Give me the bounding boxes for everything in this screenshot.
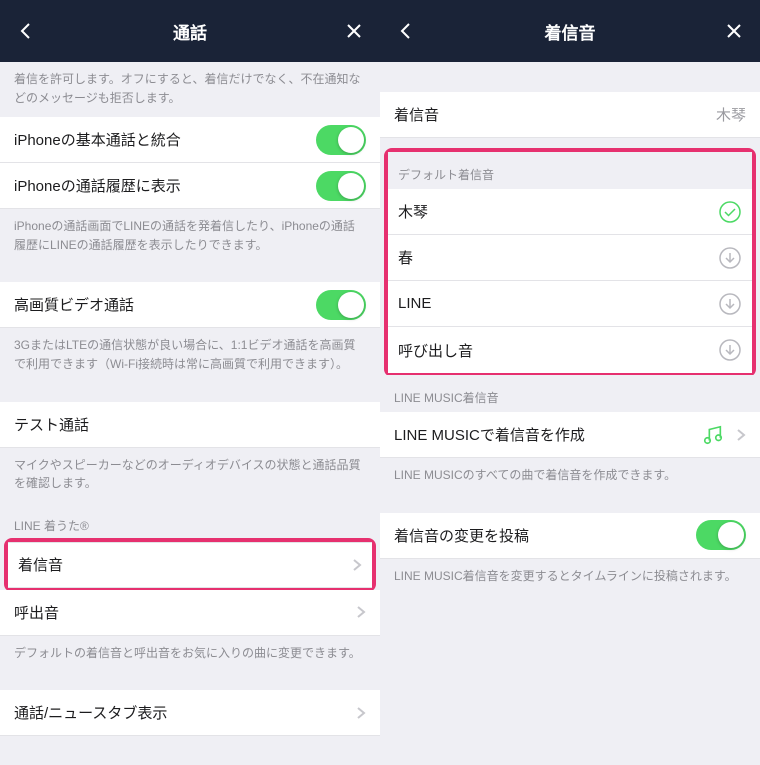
content: 着信を許可します。オフにすると、着信だけでなく、不在通知などのメッセージも拒否し… <box>0 62 380 765</box>
section-line-music: LINE MUSIC着信音 <box>380 375 760 412</box>
download-circle-icon <box>718 246 742 270</box>
label: 呼出音 <box>14 602 348 623</box>
music-note-icon <box>702 424 724 446</box>
row-iphone-history[interactable]: iPhoneの通話履歴に表示 <box>0 163 380 209</box>
highlight-default-sounds: デフォルト着信音 木琴 春 LINE 呼び出し音 <box>384 148 756 377</box>
label: iPhoneの通話履歴に表示 <box>14 175 316 196</box>
chevron-right-icon <box>356 605 366 619</box>
ringtone-value: 木琴 <box>716 104 746 125</box>
chevron-right-icon <box>352 558 362 572</box>
page-title: 通話 <box>173 19 207 44</box>
label: 春 <box>398 247 718 268</box>
close-icon[interactable] <box>722 19 746 43</box>
row-test-call[interactable]: テスト通話 <box>0 402 380 448</box>
toggle-integrate[interactable] <box>316 125 366 155</box>
back-icon[interactable] <box>14 19 38 43</box>
navbar: 着信音 <box>380 0 760 62</box>
desc-iphone: iPhoneの通話画面でLINEの通話を発着信したり、iPhoneの通話履歴にL… <box>0 209 380 264</box>
label: 着信音の変更を投稿 <box>394 525 696 546</box>
row-post-change[interactable]: 着信音の変更を投稿 <box>380 513 760 559</box>
label: LINE <box>398 295 718 312</box>
section-line-uta: LINE 着うた® <box>0 503 380 540</box>
screen-call-settings: 通話 着信を許可します。オフにすると、着信だけでなく、不在通知などのメッセージも… <box>0 0 380 765</box>
desc-hq: 3GまたはLTEの通信状態が良い場合に、1:1ビデオ通話を高画質で利用できます（… <box>0 328 380 383</box>
label: 通話/ニュースタブ表示 <box>14 702 348 723</box>
desc-test: マイクやスピーカーなどのオーディオデバイスの状態と通話品質を確認します。 <box>0 448 380 503</box>
chevron-right-icon <box>736 428 746 442</box>
toggle-post[interactable] <box>696 520 746 550</box>
label: LINE MUSICで着信音を作成 <box>394 424 702 445</box>
label: 木琴 <box>398 201 718 222</box>
row-current-ringtone[interactable]: 着信音 木琴 <box>380 92 760 138</box>
label: テスト通話 <box>14 414 366 435</box>
label: 着信音 <box>18 554 344 575</box>
toggle-history[interactable] <box>316 171 366 201</box>
desc-post: LINE MUSIC着信音を変更するとタイムラインに投稿されます。 <box>380 559 760 596</box>
row-create-music-ringtone[interactable]: LINE MUSICで着信音を作成 <box>380 412 760 458</box>
label: iPhoneの基本通話と統合 <box>14 129 316 150</box>
desc-music: LINE MUSICのすべての曲で着信音を作成できます。 <box>380 458 760 495</box>
row-sound-call[interactable]: 呼び出し音 <box>388 327 752 373</box>
highlight-ringtone: 着信音 <box>4 538 376 592</box>
check-circle-icon <box>718 200 742 224</box>
back-icon[interactable] <box>394 19 418 43</box>
label: 呼び出し音 <box>398 340 718 361</box>
label: 着信音 <box>394 104 716 125</box>
row-ringback[interactable]: 呼出音 <box>0 590 380 636</box>
row-sound-haru[interactable]: 春 <box>388 235 752 281</box>
download-circle-icon <box>718 338 742 362</box>
row-sound-line[interactable]: LINE <box>388 281 752 327</box>
download-circle-icon <box>718 292 742 316</box>
row-hq-video[interactable]: 高画質ビデオ通話 <box>0 282 380 328</box>
screen-ringtone: 着信音 着信音 木琴 デフォルト着信音 木琴 春 <box>380 0 760 765</box>
row-news-tab[interactable]: 通話/ニュースタブ表示 <box>0 690 380 736</box>
row-ringtone[interactable]: 着信音 <box>8 542 372 588</box>
desc-ringtone: デフォルトの着信音と呼出音をお気に入りの曲に変更できます。 <box>0 636 380 673</box>
row-iphone-integrate[interactable]: iPhoneの基本通話と統合 <box>0 117 380 163</box>
navbar: 通話 <box>0 0 380 62</box>
page-title: 着信音 <box>545 19 596 44</box>
label: 高画質ビデオ通話 <box>14 294 316 315</box>
row-sound-mokkin[interactable]: 木琴 <box>388 189 752 235</box>
desc-allow: 着信を許可します。オフにすると、着信だけでなく、不在通知などのメッセージも拒否し… <box>0 62 380 117</box>
toggle-hq[interactable] <box>316 290 366 320</box>
chevron-right-icon <box>356 706 366 720</box>
content: 着信音 木琴 デフォルト着信音 木琴 春 LINE <box>380 62 760 765</box>
close-icon[interactable] <box>342 19 366 43</box>
section-default: デフォルト着信音 <box>388 152 752 189</box>
